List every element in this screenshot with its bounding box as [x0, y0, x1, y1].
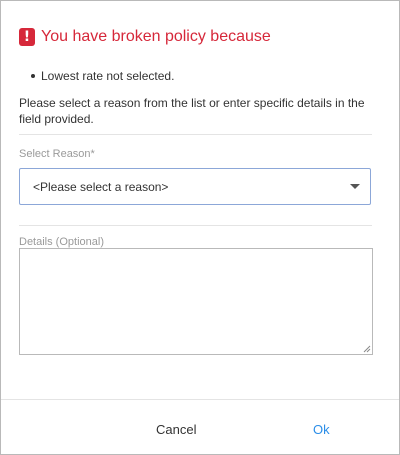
- dialog-header: ! You have broken policy because: [19, 27, 271, 47]
- reason-select-value: <Please select a reason>: [33, 180, 169, 194]
- violation-item: Lowest rate not selected.: [30, 69, 175, 83]
- ok-button[interactable]: Ok: [313, 421, 330, 439]
- reason-select[interactable]: <Please select a reason>: [19, 168, 371, 205]
- chevron-down-icon[interactable]: [350, 184, 360, 189]
- details-label: Details (Optional): [19, 236, 104, 248]
- policy-violation-dialog: ! You have broken policy because Lowest …: [0, 0, 400, 455]
- select-reason-label: Select Reason*: [19, 148, 95, 160]
- details-textarea[interactable]: [19, 248, 373, 355]
- cancel-button[interactable]: Cancel: [156, 421, 196, 439]
- exclamation-icon: !: [19, 28, 35, 46]
- resize-handle-icon[interactable]: [363, 345, 371, 353]
- divider: [19, 225, 372, 226]
- dialog-title: You have broken policy because: [41, 28, 271, 45]
- divider: [19, 134, 372, 135]
- violation-list: Lowest rate not selected.: [30, 68, 175, 84]
- footer-divider: [1, 399, 399, 400]
- instruction-text: Please select a reason from the list or …: [19, 96, 365, 126]
